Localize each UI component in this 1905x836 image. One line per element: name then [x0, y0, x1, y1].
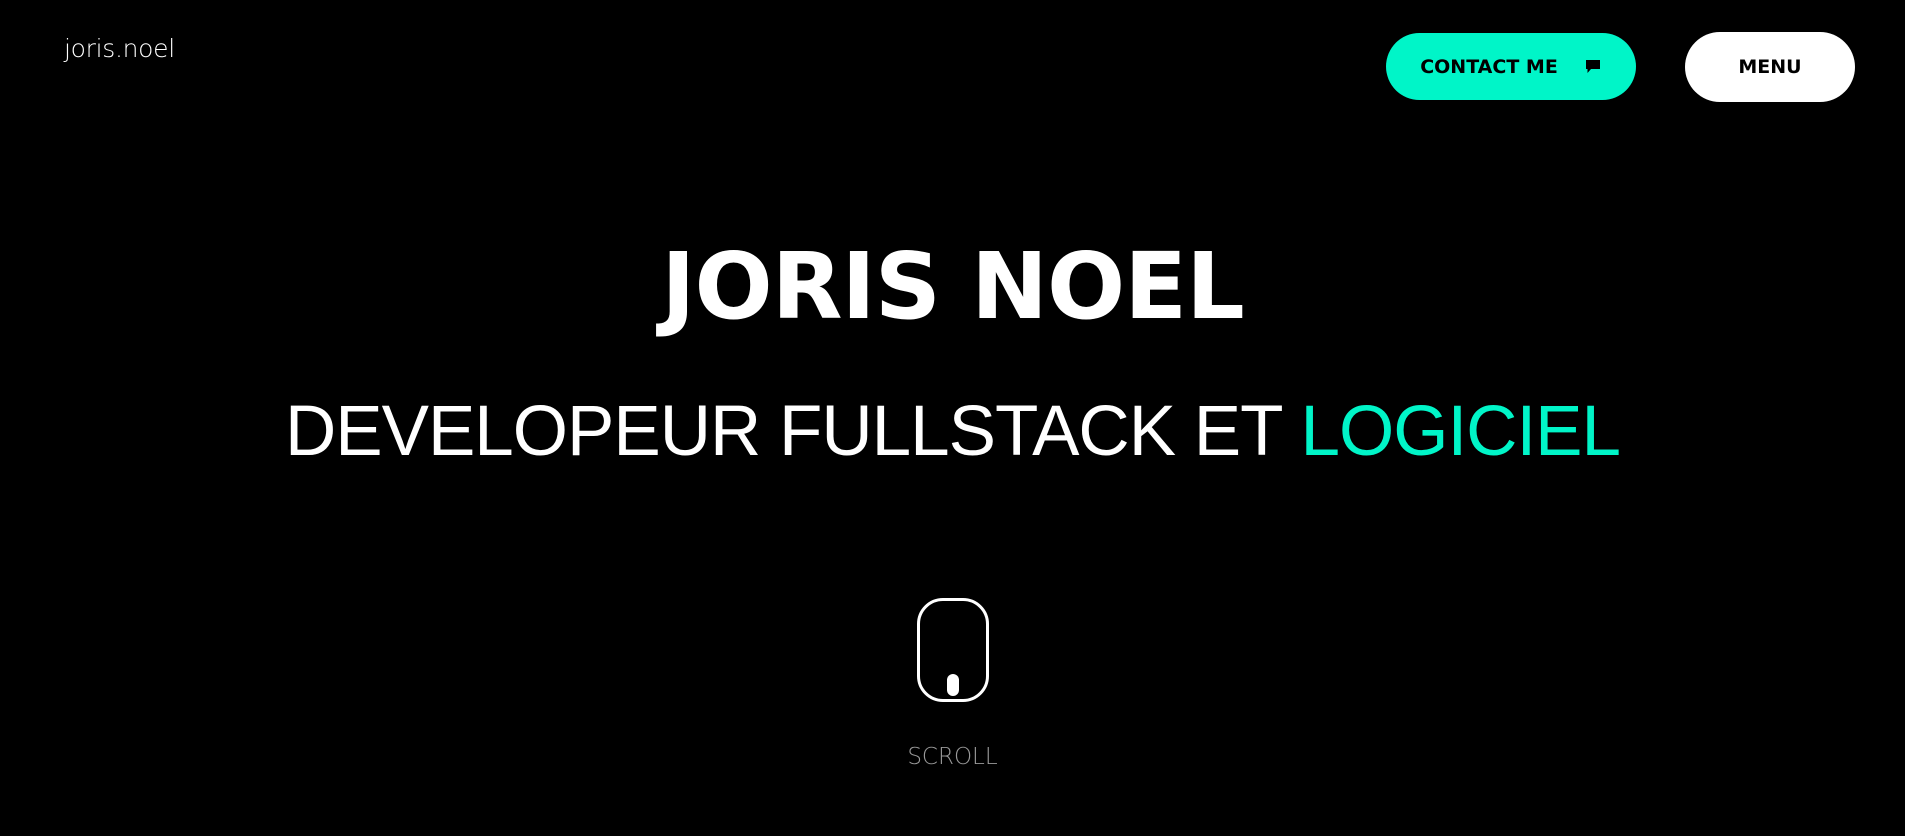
contact-me-button[interactable]: CONTACT ME: [1386, 33, 1636, 100]
hero-title: JORIS NOEL: [661, 233, 1244, 340]
hero-subtitle-main: DEVELOPEUR FULLSTACK ET: [284, 392, 1284, 471]
contact-me-label: CONTACT ME: [1420, 55, 1558, 78]
hero-subtitle-accent: LOGICIEL: [1300, 392, 1622, 471]
menu-button[interactable]: MENU: [1685, 32, 1855, 102]
page: joris.noel CONTACT ME MENU JORIS NOEL DE…: [0, 0, 1905, 836]
scroll-label: SCROLL: [907, 744, 998, 770]
site-logo[interactable]: joris.noel: [64, 34, 175, 63]
hero-subtitle: DEVELOPEUR FULLSTACK ET LOGICIEL: [0, 392, 1905, 471]
mouse-icon[interactable]: [917, 598, 989, 702]
chat-bubble-icon: [1584, 58, 1602, 76]
menu-label: MENU: [1738, 56, 1802, 78]
mouse-wheel: [947, 674, 959, 696]
